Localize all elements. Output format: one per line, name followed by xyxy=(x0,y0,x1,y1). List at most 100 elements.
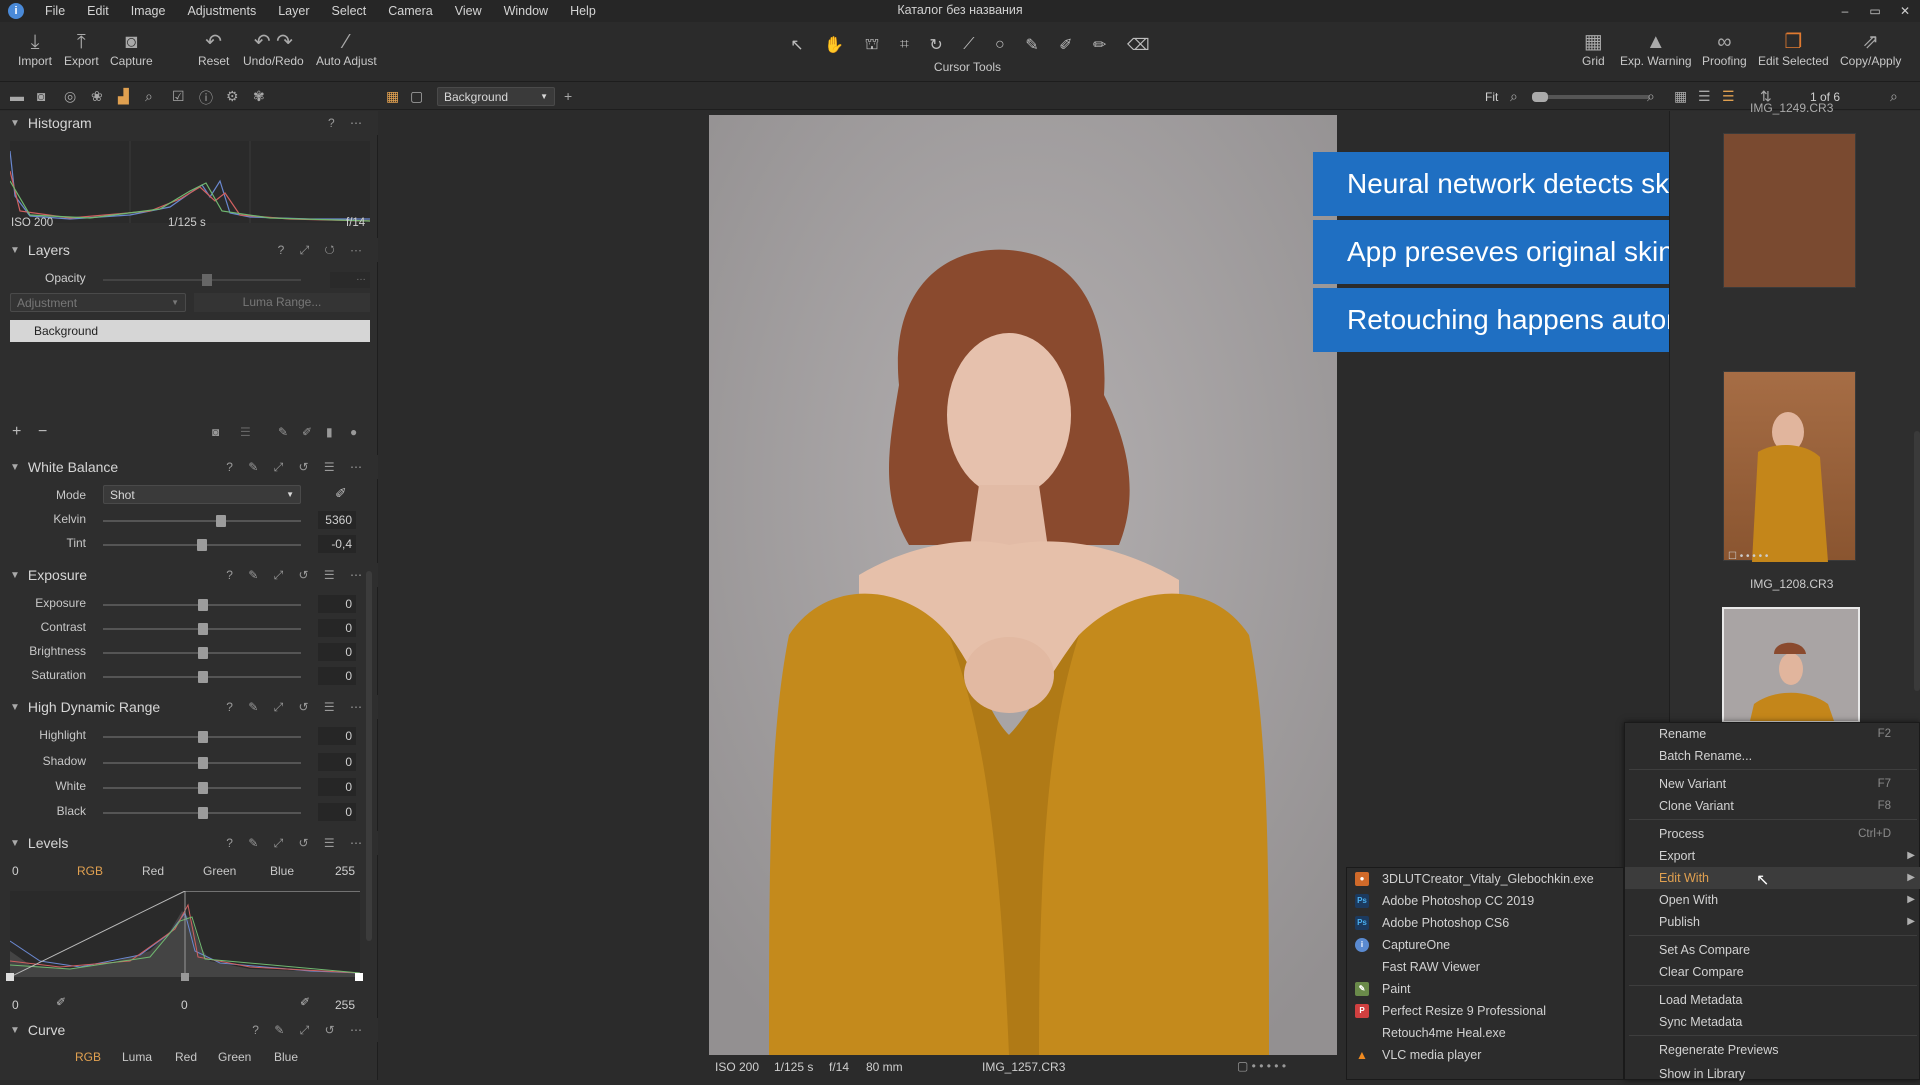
gradient-mask-icon[interactable]: ▮ xyxy=(326,425,333,439)
adjustments-icon[interactable]: ☑ xyxy=(172,88,185,105)
menu-window[interactable]: Window xyxy=(493,4,559,18)
zoom-slider-knob[interactable] xyxy=(1532,92,1548,102)
undo-redo-button[interactable]: ↶ ↷ Undo/Redo xyxy=(243,30,304,68)
hdr-header[interactable]: ▼ High Dynamic Range? ✎ ⤢ ↺ ☰ ⋯ xyxy=(0,695,378,719)
maximize-icon[interactable]: ▭ xyxy=(1860,0,1890,22)
submenu-item-perfect-resize[interactable]: P Perfect Resize 9 Professional xyxy=(1347,1000,1625,1022)
thumbnail-1[interactable] xyxy=(1723,133,1856,288)
shadow-value[interactable]: 0 xyxy=(318,753,356,771)
white-value[interactable]: 0 xyxy=(318,778,356,796)
menu-item-publish[interactable]: Publish ▶ xyxy=(1625,911,1920,933)
menu-select[interactable]: Select xyxy=(321,4,378,18)
export-button[interactable]: ⤒ Export xyxy=(64,30,99,68)
saturation-knob[interactable] xyxy=(198,671,208,683)
panel-scrollbar[interactable] xyxy=(366,571,372,941)
browser-scrollbar[interactable] xyxy=(1914,431,1920,691)
section-tools[interactable]: ? ✎ ⤢ ↺ ☰ ⋯ xyxy=(226,568,368,583)
saturation-value[interactable]: 0 xyxy=(318,667,356,685)
kelvin-value[interactable]: 5360 xyxy=(318,511,356,529)
import-button[interactable]: ⤓ Import xyxy=(18,30,52,68)
capture-tab-icon[interactable]: ◙ xyxy=(37,88,45,104)
levels-tab-rgb[interactable]: RGB xyxy=(77,864,103,878)
details-icon[interactable]: ⌕ xyxy=(145,88,153,105)
menu-item-batch-rename[interactable]: Batch Rename... xyxy=(1625,745,1920,767)
opacity-knob[interactable] xyxy=(202,274,212,286)
hand-icon[interactable]: ✋ xyxy=(824,35,844,55)
black-knob[interactable] xyxy=(198,807,208,819)
section-tools[interactable]: ? ✎ ⤢ ↺ ☰ ⋯ xyxy=(226,836,368,851)
thumbnail-3-selected[interactable] xyxy=(1722,607,1860,723)
histogram-header[interactable]: ▼ Histogram? ⋯ xyxy=(0,111,378,135)
reset-button[interactable]: ↶ Reset xyxy=(198,30,229,68)
curve-tab-blue[interactable]: Blue xyxy=(274,1050,298,1064)
highlight-knob[interactable] xyxy=(198,731,208,743)
levels-output-high[interactable]: 255 xyxy=(335,998,355,1012)
remove-layer-icon[interactable]: − xyxy=(38,423,47,441)
menu-item-load-metadata[interactable]: Load Metadata xyxy=(1625,989,1920,1011)
luma-range-button[interactable]: Luma Range... xyxy=(194,293,370,312)
levels-output-low[interactable]: 0 xyxy=(12,998,19,1012)
section-tools[interactable]: ? ✎ ⤢ ↺ ⋯ xyxy=(252,1023,368,1038)
copy-apply-button[interactable]: ⇗ Copy/Apply xyxy=(1840,30,1901,68)
section-tools[interactable]: ? ✎ ⤢ ↺ ☰ ⋯ xyxy=(226,460,368,475)
auto-adjust-button[interactable]: ⁄ Auto Adjust xyxy=(316,30,377,68)
eyedropper-icon[interactable]: ✐ xyxy=(1059,35,1072,55)
section-tools[interactable]: ? ✎ ⤢ ↺ ☰ ⋯ xyxy=(226,700,368,715)
submenu-item-retouch4me-heal[interactable]: Retouch4me Heal.exe xyxy=(1347,1022,1625,1044)
thumbnail-grid-icon[interactable]: ▦ xyxy=(1674,88,1687,105)
menu-item-regenerate-previews[interactable]: Regenerate Previews xyxy=(1625,1039,1920,1061)
section-tools[interactable]: ? ⤢ ↺ ⋯ xyxy=(278,243,368,258)
menu-view[interactable]: View xyxy=(444,4,493,18)
levels-white-picker-icon[interactable]: ✐ xyxy=(300,995,310,1009)
levels-tab-blue[interactable]: Blue xyxy=(270,864,294,878)
tint-knob[interactable] xyxy=(197,539,207,551)
menu-item-process[interactable]: Process Ctrl+D xyxy=(1625,823,1920,845)
levels-midtone-value[interactable]: 0 xyxy=(181,998,188,1012)
proofing-button[interactable]: ∞ Proofing xyxy=(1702,30,1747,68)
curve-tab-red[interactable]: Red xyxy=(175,1050,197,1064)
color-icon[interactable]: ❀ xyxy=(91,88,103,105)
levels-high-handle[interactable] xyxy=(355,973,363,981)
stamp-icon[interactable]: ⛫ xyxy=(865,35,880,55)
exp-warning-button[interactable]: ▲ Exp. Warning xyxy=(1620,30,1692,68)
brightness-value[interactable]: 0 xyxy=(318,643,356,661)
keystone-icon[interactable]: ⟋ xyxy=(963,36,974,54)
zoom-slider[interactable] xyxy=(1532,92,1650,102)
output-icon[interactable]: ⚙ xyxy=(226,88,239,105)
zoom-out-icon[interactable]: ⌕ xyxy=(1510,88,1518,105)
grid-view-icon[interactable]: ▦ xyxy=(386,88,399,105)
menu-item-set-as-compare[interactable]: Set As Compare xyxy=(1625,939,1920,961)
opacity-slider[interactable] xyxy=(103,274,301,286)
close-icon[interactable]: ✕ xyxy=(1890,0,1920,22)
list-view-icon[interactable]: ☰ xyxy=(1698,88,1711,105)
levels-tab-green[interactable]: Green xyxy=(203,864,236,878)
draw-mask-icon[interactable]: ✎ xyxy=(278,425,288,439)
rating-dots[interactable]: ▢ • • • • • xyxy=(1237,1059,1286,1073)
curve-tab-luma[interactable]: Luma xyxy=(122,1050,152,1064)
thumbnail-2[interactable] xyxy=(1723,371,1856,562)
wb-mode-select[interactable]: Shot ▼ xyxy=(103,485,301,504)
exposure-knob[interactable] xyxy=(198,599,208,611)
radial-mask-icon[interactable]: ● xyxy=(350,425,357,439)
zoom-fit-label[interactable]: Fit xyxy=(1485,90,1498,104)
filmstrip-icon[interactable]: ☰ xyxy=(1722,88,1735,105)
metadata-icon[interactable]: ⓘ xyxy=(199,88,213,108)
submenu-item-fast-raw-viewer[interactable]: Fast RAW Viewer xyxy=(1347,956,1625,978)
shadow-knob[interactable] xyxy=(198,757,208,769)
menu-item-show-in-library[interactable]: Show in Library xyxy=(1625,1063,1920,1085)
layer-options-icon[interactable]: ☰ xyxy=(240,425,251,439)
circle-icon[interactable]: ○ xyxy=(995,36,1005,54)
menu-camera[interactable]: Camera xyxy=(377,4,443,18)
menu-edit[interactable]: Edit xyxy=(76,4,120,18)
opacity-value[interactable]: … xyxy=(330,272,370,288)
menu-help[interactable]: Help xyxy=(559,4,607,18)
library-icon[interactable]: ▬ xyxy=(10,88,24,104)
capture-button[interactable]: ◙ Capture xyxy=(110,30,153,68)
add-layer-icon[interactable]: + xyxy=(12,423,21,441)
menu-item-clone-variant[interactable]: Clone Variant F8 xyxy=(1625,795,1920,817)
layer-background[interactable]: Background xyxy=(10,320,370,342)
highlight-value[interactable]: 0 xyxy=(318,727,356,745)
curve-header[interactable]: ▼ Curve? ✎ ⤢ ↺ ⋯ xyxy=(0,1018,378,1042)
contrast-value[interactable]: 0 xyxy=(318,619,356,637)
kelvin-knob[interactable] xyxy=(216,515,226,527)
